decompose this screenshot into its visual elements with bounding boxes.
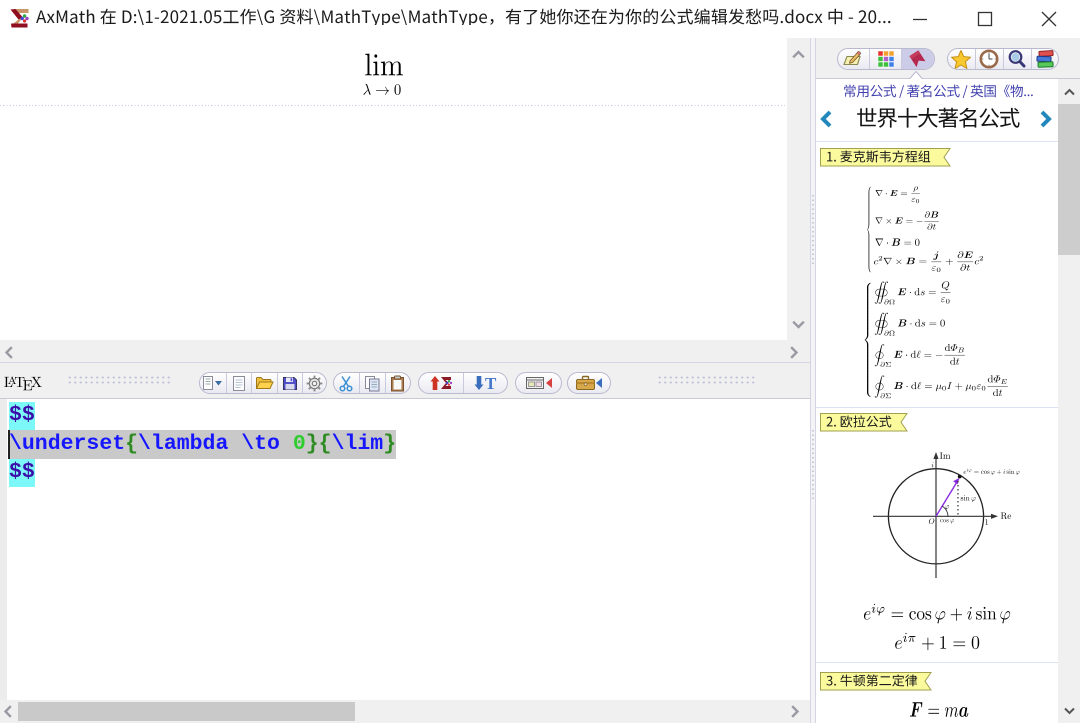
svg-text:T: T [485,374,497,393]
